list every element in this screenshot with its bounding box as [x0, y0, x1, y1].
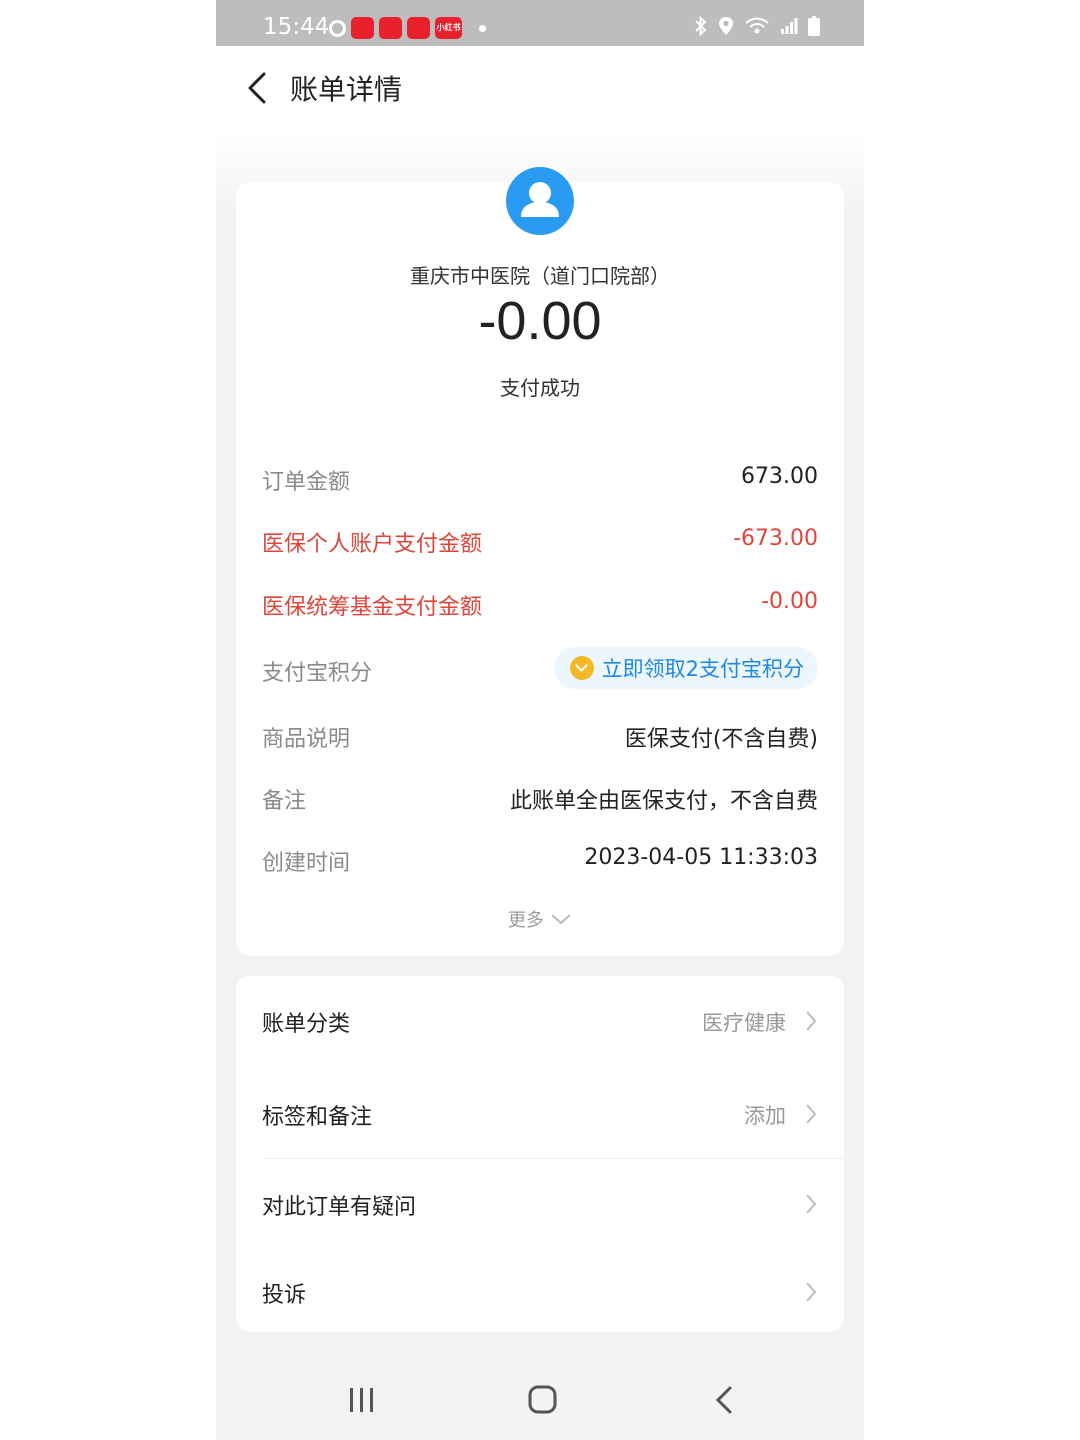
description-label: 商品说明	[262, 727, 351, 752]
chevron-down-icon	[551, 914, 571, 925]
pooled-fund-value: -0.00	[761, 589, 818, 614]
netease-icon	[329, 19, 346, 37]
complaint-label: 投诉	[262, 1283, 307, 1308]
more-toggle[interactable]: 更多	[236, 906, 844, 932]
claim-points-text: 立即领取2支付宝积分	[601, 657, 804, 681]
app-icon	[351, 17, 374, 39]
pooled-fund-label: 医保统筹基金支付金额	[262, 595, 483, 620]
order-amount-value: 673.00	[741, 464, 818, 489]
wifi-icon	[745, 17, 769, 34]
remark-row: 备注 此账单全由医保支付，不含自费	[262, 777, 818, 817]
chevron-right-icon	[806, 1011, 817, 1031]
location-icon	[719, 17, 733, 35]
remark-label: 备注	[262, 789, 307, 814]
more-notifications-dot	[479, 24, 486, 32]
bill-category-value: 医疗健康	[702, 1011, 786, 1035]
points-coin-icon	[569, 656, 594, 680]
personal-account-label: 医保个人账户支付金额	[262, 532, 483, 557]
status-time: 15:44	[263, 14, 330, 40]
bill-category-row[interactable]: 账单分类 医疗健康	[236, 976, 844, 1066]
bill-amount: -0.00	[478, 291, 602, 351]
header-bar: 账单详情	[216, 46, 864, 130]
chevron-right-icon	[806, 1194, 817, 1214]
created-time-row: 创建时间 2023-04-05 11:33:03	[262, 839, 818, 879]
order-amount-row: 订单金额 673.00	[262, 458, 818, 498]
tags-remarks-value: 添加	[744, 1104, 786, 1128]
chevron-right-icon	[806, 1282, 817, 1302]
order-question-label: 对此订单有疑问	[262, 1195, 417, 1220]
payment-status: 支付成功	[500, 376, 580, 400]
system-nav-bar	[216, 1358, 864, 1440]
phone-screen: 15:44 小红书 账单详情 重庆市中医院（道门口院部） -0.00 支付成功 …	[216, 0, 864, 1440]
tags-remarks-label: 标签和备注	[262, 1105, 373, 1130]
page-title: 账单详情	[290, 73, 403, 106]
recent-apps-icon[interactable]	[332, 1378, 392, 1422]
description-row: 商品说明 医保支付(不含自费)	[262, 715, 818, 755]
points-label: 支付宝积分	[262, 661, 373, 686]
app-icon	[407, 17, 430, 39]
points-row: 支付宝积分 立即领取2支付宝积分	[262, 647, 818, 689]
bill-category-label: 账单分类	[262, 1012, 351, 1037]
complaint-row[interactable]: 投诉	[236, 1247, 844, 1337]
system-icons	[694, 16, 820, 36]
order-question-row[interactable]: 对此订单有疑问	[236, 1159, 844, 1249]
user-icon	[506, 167, 574, 235]
bill-detail-card: 重庆市中医院（道门口院部） -0.00 支付成功 订单金额 673.00 医保个…	[236, 167, 844, 956]
chevron-right-icon	[806, 1104, 817, 1124]
app-icon	[379, 17, 402, 39]
personal-account-row: 医保个人账户支付金额 -673.00	[262, 520, 818, 560]
personal-account-value: -673.00	[733, 526, 818, 551]
home-icon[interactable]	[512, 1378, 572, 1422]
status-bar: 15:44 小红书	[216, 0, 864, 46]
bluetooth-icon	[695, 16, 707, 36]
tags-remarks-row[interactable]: 标签和备注 添加	[236, 1069, 844, 1159]
description-value: 医保支付(不含自费)	[624, 727, 818, 752]
bill-actions-card: 账单分类 医疗健康 标签和备注 添加 对此订单有疑问 投诉	[236, 976, 844, 1332]
notification-icons: 小红书	[329, 17, 486, 39]
pooled-fund-row: 医保统筹基金支付金额 -0.00	[262, 583, 818, 623]
created-time-value: 2023-04-05 11:33:03	[584, 845, 818, 870]
claim-points-button[interactable]: 立即领取2支付宝积分	[553, 647, 818, 689]
back-icon[interactable]	[694, 1378, 754, 1422]
more-label: 更多	[508, 910, 544, 931]
merchant-name: 重庆市中医院（道门口院部）	[410, 264, 670, 288]
order-amount-label: 订单金额	[262, 470, 351, 495]
back-button[interactable]	[238, 66, 278, 110]
battery-icon	[808, 16, 820, 36]
created-time-label: 创建时间	[262, 851, 351, 876]
signal-icon	[781, 18, 798, 34]
remark-value: 此账单全由医保支付，不含自费	[509, 789, 818, 814]
xiaohongshu-icon: 小红书	[435, 17, 462, 39]
